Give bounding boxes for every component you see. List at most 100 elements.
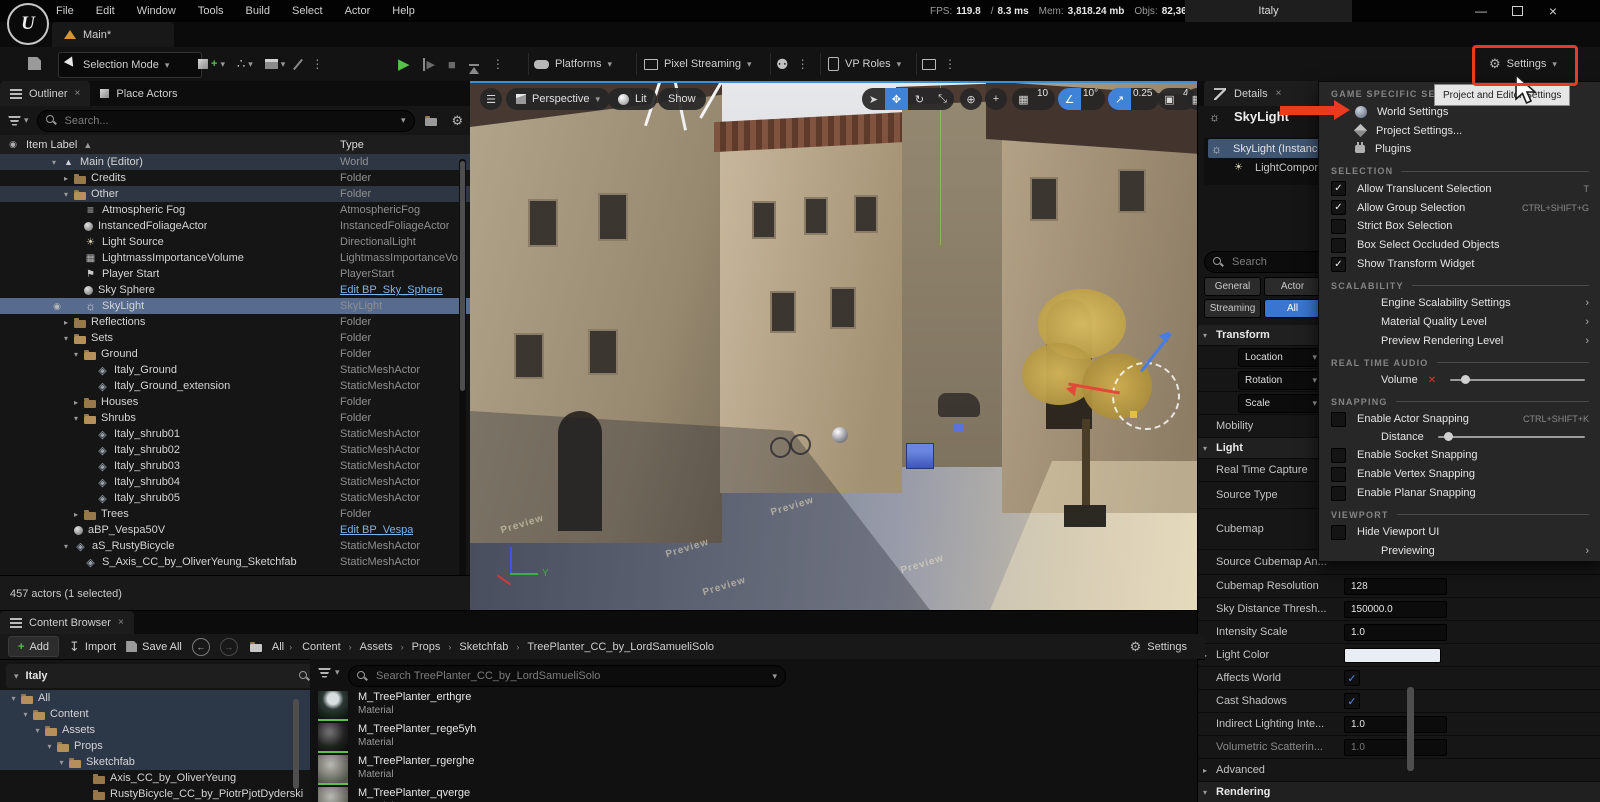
checkbox-unchecked[interactable] (1331, 412, 1346, 427)
frame-skip-button[interactable]: ▶ (423, 58, 435, 71)
folder-tree-row[interactable]: ▾ All (0, 690, 310, 706)
menu-item[interactable]: Help (392, 5, 415, 17)
close-icon[interactable]: × (75, 88, 81, 99)
checkbox-checked[interactable]: ✓ (1331, 200, 1346, 215)
forward-button[interactable]: → (220, 638, 238, 656)
outliner-row[interactable]: ◉ ▾ Ground Folder (0, 346, 470, 362)
muted-speaker-icon[interactable]: ✕ (1428, 375, 1436, 386)
eye-icon[interactable]: ◉ (44, 301, 70, 312)
filter-all-button[interactable]: All (1264, 299, 1321, 318)
caret-icon[interactable]: ▾ (44, 742, 55, 751)
cast-shadows-checkbox[interactable]: ✓ (1344, 693, 1360, 709)
outliner-row[interactable]: ◉ Italy_Ground_extension StaticMeshActor (0, 378, 470, 394)
caret-icon[interactable]: ▾ (70, 350, 82, 359)
caret-icon[interactable]: ▾ (56, 758, 67, 767)
menu-item-strict-box[interactable]: Strict Box Selection (1319, 217, 1600, 236)
blueprints-button[interactable]: ∴▾ (237, 56, 253, 72)
outliner-row[interactable]: ◉ LightmassImportanceVolume LightmassImp… (0, 250, 470, 266)
folder-tree-row[interactable]: ▾ Assets (0, 722, 310, 738)
menu-item-enable-planar-snapping[interactable]: Enable Planar Snapping (1319, 484, 1600, 503)
sources-scrollbar[interactable] (293, 699, 299, 789)
breadcrumb-item[interactable]: ›TreePlanter_CC_by_LordSamueliSolo (516, 641, 714, 653)
caret-icon[interactable]: ▾ (8, 694, 19, 703)
checkbox-unchecked[interactable] (1331, 525, 1346, 540)
world-coordinate-button[interactable]: ⊕ (960, 88, 982, 110)
editor-modes-button[interactable] (297, 58, 299, 71)
content-browser-settings-button[interactable]: ⚙Settings (1130, 634, 1187, 659)
toolbar-overflow-kebab[interactable]: ⋮ (311, 57, 323, 71)
outliner-filter-button[interactable]: ▾ (8, 115, 29, 126)
checkbox-checked[interactable]: ✓ (1331, 181, 1346, 196)
affects-world-checkbox[interactable]: ✓ (1344, 670, 1360, 686)
menu-item-engine-scalability[interactable]: Engine Scalability Settings› (1319, 294, 1600, 313)
lit-dropdown[interactable]: Lit (608, 88, 657, 110)
minimize-button[interactable]: — (1466, 0, 1496, 22)
breadcrumb-item[interactable]: ›Props (401, 641, 441, 653)
platforms-dropdown[interactable]: Platforms▾ (534, 52, 612, 76)
tab-outliner[interactable]: Outliner× (0, 81, 90, 106)
play-options-kebab[interactable]: ⋮ (492, 57, 504, 71)
surface-snapping-button[interactable]: + (985, 88, 1007, 110)
caret-icon[interactable]: ▸ (60, 318, 72, 327)
menu-item-allow-group[interactable]: ✓Allow Group SelectionCTRL+SHIFT+G (1319, 198, 1600, 217)
caret-icon[interactable]: ▸ (70, 398, 82, 407)
menu-item-enable-vertex-snapping[interactable]: Enable Vertex Snapping (1319, 465, 1600, 484)
perspective-dropdown[interactable]: Perspective▾ (506, 88, 610, 110)
add-button[interactable]: +Add (8, 636, 59, 657)
filter-actor-button[interactable]: Actor (1264, 277, 1321, 296)
stop-button[interactable]: ■ (448, 57, 456, 72)
outliner-settings-gear-icon[interactable]: ⚙ (452, 113, 464, 129)
checkbox-unchecked[interactable] (1331, 219, 1346, 234)
close-icon[interactable]: × (118, 617, 124, 628)
menu-item-hide-viewport-ui[interactable]: Hide Viewport UI (1319, 523, 1600, 542)
menu-item[interactable]: Build (246, 5, 270, 17)
show-dropdown[interactable]: Show (658, 88, 706, 110)
select-tool[interactable]: ➤ (862, 88, 885, 110)
checkbox-unchecked[interactable] (1331, 238, 1346, 253)
asset-row[interactable]: M_TreePlanter_rege5yhMaterial (318, 723, 1205, 753)
camera-speed-icon[interactable]: ▣ (1158, 88, 1181, 110)
folder-tree-row[interactable]: ▾ Props (0, 738, 310, 754)
menu-item-box-select-occluded[interactable]: Box Select Occluded Objects (1319, 236, 1600, 255)
indirect-lighting-input[interactable]: 1.0 (1344, 716, 1447, 733)
outliner-row[interactable]: ◉ ▾ Main (Editor) World (0, 154, 470, 170)
outliner-row[interactable]: ◉ Italy_shrub02 StaticMeshActor (0, 442, 470, 458)
breadcrumb-root[interactable]: All› (248, 641, 292, 653)
multi-user-icon[interactable]: ⚉ (776, 56, 789, 73)
menu-item-previewing[interactable]: Previewing› (1319, 542, 1600, 561)
virtual-camera-kebab[interactable]: ⋮ (944, 57, 956, 71)
tab-content-browser[interactable]: Content Browser× (0, 611, 134, 634)
chevron-down-icon[interactable]: ▾ (772, 671, 777, 682)
outliner-row[interactable]: ◉ InstancedFoliageActor InstancedFoliage… (0, 218, 470, 234)
caret-icon[interactable]: ▾ (32, 726, 43, 735)
cubemap-resolution-input[interactable]: 128 (1344, 578, 1447, 595)
folder-tree-row[interactable]: Axis_CC_by_OliverYeung (0, 770, 310, 786)
outliner-row[interactable]: ◉ aBP_Vespa50V Edit BP_Vespa (0, 522, 470, 538)
filter-general-button[interactable]: General (1204, 277, 1261, 296)
rotate-tool[interactable]: ↻ (908, 88, 931, 110)
caret-icon[interactable]: ▾ (48, 158, 60, 167)
play-button[interactable]: ▶ (398, 55, 410, 73)
rotation-snap-value[interactable]: 10° (1081, 88, 1105, 110)
tab-place-actors[interactable]: Place Actors (90, 81, 187, 106)
checkbox-unchecked[interactable] (1331, 448, 1346, 463)
outliner-row[interactable]: ◉ Sky Sphere Edit BP_Sky_Sphere (0, 282, 470, 298)
outliner-row[interactable]: ◉ ▾ aS_RustyBicycle StaticMeshActor (0, 538, 470, 554)
scale-snap-icon[interactable]: ↗ (1108, 88, 1131, 110)
gizmo-yellow-handle[interactable] (1130, 411, 1137, 418)
scale-tool[interactable]: ⤡ (931, 88, 954, 110)
outliner-row[interactable]: ◉ Atmospheric Fog AtmosphericFog (0, 202, 470, 218)
breadcrumb-item[interactable]: ›Content (302, 641, 341, 653)
caret-icon[interactable]: ▸ (60, 174, 72, 183)
rotation-dropdown[interactable]: Rotation▾ (1238, 371, 1324, 390)
search-icon[interactable] (299, 671, 310, 682)
menu-item[interactable]: Select (292, 5, 323, 17)
pixel-streaming-dropdown[interactable]: Pixel Streaming▾ (644, 52, 752, 76)
breadcrumb-item[interactable]: ›Assets (349, 641, 393, 653)
caret-icon[interactable]: ▾ (70, 414, 82, 423)
section-rendering[interactable]: ▾Rendering (1198, 782, 1600, 802)
save-all-button[interactable]: Save All (126, 641, 182, 653)
eye-icon[interactable]: ◉ (0, 139, 26, 150)
intensity-scale-input[interactable]: 1.0 (1344, 624, 1447, 641)
outliner-search-input[interactable] (63, 114, 395, 128)
